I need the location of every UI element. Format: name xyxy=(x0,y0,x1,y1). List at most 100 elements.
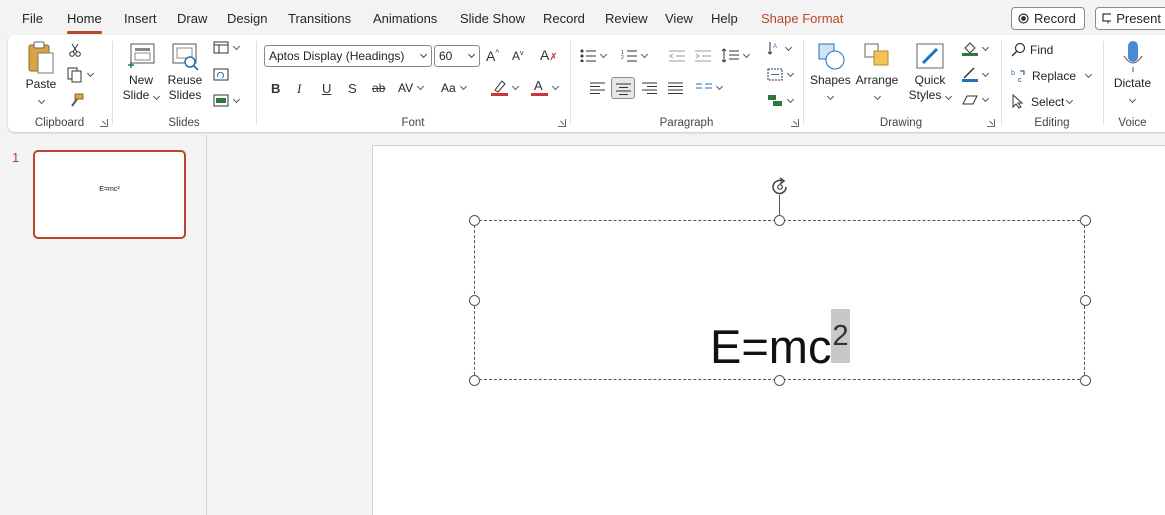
tab-transitions[interactable]: Transitions xyxy=(288,11,351,26)
clear-formatting-icon[interactable]: A✗ xyxy=(540,47,558,63)
replace-button[interactable]: bc Replace xyxy=(1011,68,1093,83)
numbering-button[interactable]: 12 xyxy=(621,49,649,62)
character-spacing-button[interactable]: AV xyxy=(398,81,425,95)
smartart-icon xyxy=(768,95,782,106)
align-left-icon[interactable] xyxy=(590,82,605,94)
new-slide-button[interactable]: New Slide xyxy=(121,41,161,103)
clipboard-group: Paste Clipboard xyxy=(8,35,111,132)
align-right-icon[interactable] xyxy=(642,82,657,94)
tab-slide-show[interactable]: Slide Show xyxy=(460,11,525,26)
smartart-button[interactable] xyxy=(767,94,795,107)
character-spacing-icon: AV xyxy=(398,81,414,95)
resize-handle-top-right[interactable] xyxy=(1080,215,1091,226)
tab-home[interactable]: Home xyxy=(67,11,102,34)
tab-record[interactable]: Record xyxy=(543,11,585,26)
text-direction-button[interactable]: A xyxy=(767,41,793,56)
new-slide-label-2: Slide xyxy=(122,88,150,102)
tab-help[interactable]: Help xyxy=(711,11,738,26)
reuse-slides-button[interactable]: Reuse Slides xyxy=(165,41,205,103)
find-label: Find xyxy=(1030,42,1054,57)
font-launcher-icon[interactable] xyxy=(558,119,566,127)
present-button[interactable]: Present xyxy=(1095,7,1165,30)
section-button[interactable] xyxy=(213,94,241,107)
cut-icon[interactable] xyxy=(68,43,82,57)
tab-animations[interactable]: Animations xyxy=(373,11,437,26)
grow-font-icon[interactable]: A^ xyxy=(486,48,499,64)
bold-icon[interactable]: B xyxy=(271,81,280,96)
resize-handle-top[interactable] xyxy=(774,215,785,226)
voice-label: Voice xyxy=(1118,117,1147,129)
microphone-icon xyxy=(1123,41,1142,72)
tab-design[interactable]: Design xyxy=(227,11,267,26)
paragraph-launcher-icon[interactable] xyxy=(791,119,799,127)
tab-draw[interactable]: Draw xyxy=(177,11,207,26)
record-button[interactable]: Record xyxy=(1011,7,1085,30)
copy-icon xyxy=(67,67,82,83)
shape-outline-button[interactable] xyxy=(962,67,990,82)
tab-shape-format[interactable]: Shape Format xyxy=(761,11,843,26)
clipboard-launcher-icon[interactable] xyxy=(100,119,108,127)
numbering-icon: 12 xyxy=(621,50,637,62)
justify-icon[interactable] xyxy=(668,82,683,94)
font-color-icon: A xyxy=(531,79,548,96)
record-icon xyxy=(1018,13,1029,24)
align-center-button[interactable] xyxy=(611,77,635,99)
decrease-indent-icon[interactable] xyxy=(669,50,685,63)
underline-icon[interactable]: U xyxy=(322,81,331,96)
reuse-label-2: Slides xyxy=(168,88,202,102)
align-text-button[interactable] xyxy=(767,68,795,81)
find-button[interactable]: Find xyxy=(1011,42,1053,57)
columns-button[interactable] xyxy=(696,82,724,94)
bullets-button[interactable] xyxy=(580,49,608,62)
resize-handle-top-left[interactable] xyxy=(469,215,480,226)
slides-label: Slides xyxy=(168,117,200,129)
dictate-button[interactable]: Dictate xyxy=(1110,40,1155,106)
font-size-select[interactable]: 60 xyxy=(434,45,480,67)
reset-slide-icon[interactable] xyxy=(213,68,229,81)
tab-view[interactable]: View xyxy=(665,11,693,26)
line-spacing-button[interactable] xyxy=(721,48,751,63)
slide-number: 1 xyxy=(12,150,20,165)
text-shadow-icon[interactable]: S xyxy=(348,81,357,96)
voice-group: Dictate Voice xyxy=(1104,35,1161,132)
paragraph-label: Paragraph xyxy=(659,117,714,129)
resize-handle-left[interactable] xyxy=(469,295,480,306)
resize-handle-bottom[interactable] xyxy=(774,375,785,386)
font-color-button[interactable]: A xyxy=(531,79,560,97)
drawing-launcher-icon[interactable] xyxy=(987,119,995,127)
search-icon xyxy=(1011,42,1026,57)
shrink-font-icon[interactable]: Av xyxy=(512,49,524,63)
shapes-button[interactable]: Shapes xyxy=(810,41,851,103)
tab-file[interactable]: File xyxy=(22,11,43,26)
slide-thumbnail[interactable]: E=mc² xyxy=(33,150,186,239)
shape-effects-icon xyxy=(962,95,978,105)
formula-superscript-selected[interactable]: 2 xyxy=(831,309,850,363)
arrange-button[interactable]: Arrange xyxy=(855,41,899,103)
paste-button[interactable]: Paste xyxy=(20,41,62,107)
layout-button[interactable] xyxy=(213,41,241,54)
tab-review[interactable]: Review xyxy=(605,11,648,26)
copy-button[interactable] xyxy=(67,67,95,83)
shape-fill-button[interactable] xyxy=(962,41,990,56)
tab-insert[interactable]: Insert xyxy=(124,11,157,26)
format-painter-icon[interactable] xyxy=(68,93,84,108)
quick-styles-button[interactable]: Quick Styles xyxy=(905,41,955,103)
formula-text[interactable]: E=mc2 xyxy=(710,309,850,376)
section-icon xyxy=(213,94,229,107)
highlight-button[interactable] xyxy=(491,79,520,97)
shape-effects-button[interactable] xyxy=(962,93,990,107)
font-name-select[interactable]: Aptos Display (Headings) xyxy=(264,45,432,67)
select-button[interactable]: Select xyxy=(1011,94,1074,109)
increase-indent-icon[interactable] xyxy=(695,50,711,63)
shapes-icon xyxy=(818,43,845,70)
drawing-group: Shapes Arrange Quick Styles Drawing xyxy=(804,35,998,132)
strikethrough-icon[interactable]: ab xyxy=(372,81,385,95)
shape-fill-icon xyxy=(962,42,978,56)
rotate-handle-icon[interactable] xyxy=(769,176,791,198)
formula-base: E=mc xyxy=(710,320,832,373)
resize-handle-bottom-right[interactable] xyxy=(1080,375,1091,386)
change-case-button[interactable]: Aa xyxy=(441,81,467,95)
italic-icon[interactable]: I xyxy=(297,81,301,97)
resize-handle-right[interactable] xyxy=(1080,295,1091,306)
resize-handle-bottom-left[interactable] xyxy=(469,375,480,386)
